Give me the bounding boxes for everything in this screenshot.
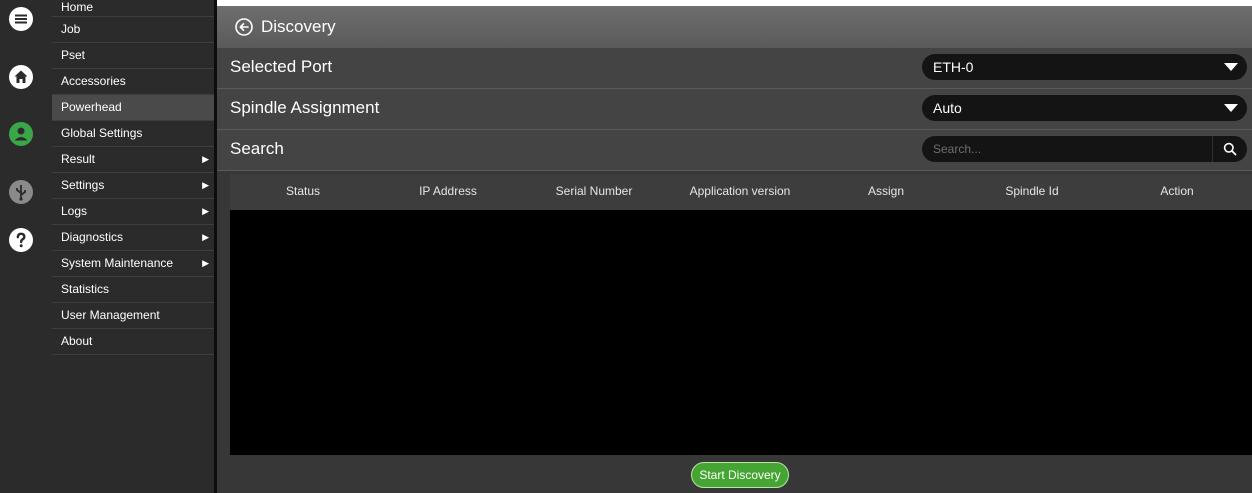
help-icon[interactable] (8, 227, 34, 253)
menu-item-label: Powerhead (61, 100, 122, 114)
spindle-assignment-label: Spindle Assignment (230, 98, 380, 117)
menu-item-label: Logs (61, 204, 88, 218)
menu-item-label: Result (61, 152, 96, 166)
menu-item-global-settings[interactable]: Global Settings (52, 121, 214, 147)
menu-item-label: Global Settings (61, 126, 143, 140)
selected-port-value: ETH-0 (933, 59, 974, 75)
menu-item-job[interactable]: Job (52, 17, 214, 43)
selected-port-row: Selected Port ETH-0 (217, 48, 1252, 89)
menu-item-label: User Management (61, 308, 160, 322)
menu-item-result[interactable]: Result ▶ (52, 147, 214, 173)
menu-item-label: Pset (61, 48, 86, 62)
submenu-arrow-icon: ▶ (202, 154, 209, 164)
start-discovery-button[interactable]: Start Discovery (691, 462, 789, 488)
menu-item-label: System Maintenance (61, 256, 174, 270)
search-row: Search (217, 130, 1252, 171)
home-icon[interactable] (8, 64, 34, 90)
caret-down-icon (1224, 104, 1238, 112)
menu-item-label: Job (61, 22, 81, 36)
column-header-serial-number[interactable]: Serial Number (556, 184, 633, 198)
menu-item-diagnostics[interactable]: Diagnostics ▶ (52, 225, 214, 251)
submenu-arrow-icon: ▶ (202, 258, 209, 268)
table-header: Status IP Address Serial Number Applicat… (230, 174, 1252, 210)
submenu-arrow-icon: ▶ (202, 206, 209, 216)
column-header-ip-address[interactable]: IP Address (419, 184, 477, 198)
menu-item-settings[interactable]: Settings ▶ (52, 173, 214, 199)
menu-item-logs[interactable]: Logs ▶ (52, 199, 214, 225)
menu-item-label: Accessories (61, 74, 126, 88)
column-header-application-version[interactable]: Application version (690, 184, 791, 198)
menu-item-home[interactable]: Home (52, 0, 214, 17)
search-box (922, 136, 1247, 162)
menu-item-label: Home (61, 0, 94, 14)
search-icon[interactable] (1212, 136, 1247, 162)
search-input[interactable] (922, 136, 1207, 162)
selected-port-label: Selected Port (230, 57, 333, 76)
title-bar: Discovery (217, 6, 1252, 48)
menu-item-label: Settings (61, 178, 105, 192)
menu-item-label: Diagnostics (61, 230, 124, 244)
column-header-assign[interactable]: Assign (868, 184, 904, 198)
menu-item-label: Statistics (61, 282, 110, 296)
spindle-assignment-value: Auto (933, 100, 962, 116)
spindle-assignment-dropdown[interactable]: Auto (922, 95, 1247, 121)
page-title: Discovery (261, 17, 336, 36)
column-header-spindle-id[interactable]: Spindle Id (1005, 184, 1058, 198)
nav-menu: Home Job Pset Accessories Powerhead Glob… (52, 0, 214, 493)
user-icon[interactable] (8, 121, 34, 147)
menu-icon[interactable] (8, 6, 34, 32)
selected-port-dropdown[interactable]: ETH-0 (922, 54, 1247, 80)
column-header-action[interactable]: Action (1160, 184, 1193, 198)
discovery-table-body (230, 210, 1252, 455)
menu-item-statistics[interactable]: Statistics (52, 277, 214, 303)
menu-item-pset[interactable]: Pset (52, 43, 214, 69)
spindle-assignment-row: Spindle Assignment Auto (217, 89, 1252, 130)
menu-item-accessories[interactable]: Accessories (52, 69, 214, 95)
main-panel: Discovery Selected Port ETH-0 Spindle As… (217, 0, 1252, 493)
icon-rail (0, 0, 52, 493)
submenu-arrow-icon: ▶ (202, 180, 209, 190)
submenu-arrow-icon: ▶ (202, 232, 209, 242)
back-arrow-icon[interactable] (235, 18, 253, 36)
column-header-status[interactable]: Status (286, 184, 320, 198)
menu-item-powerhead[interactable]: Powerhead (52, 95, 214, 121)
usb-icon[interactable] (8, 179, 34, 205)
menu-item-label: About (61, 334, 93, 348)
menu-item-system-maintenance[interactable]: System Maintenance ▶ (52, 251, 214, 277)
menu-item-about[interactable]: About (52, 329, 214, 355)
search-label: Search (230, 139, 284, 158)
caret-down-icon (1224, 63, 1238, 71)
menu-item-user-management[interactable]: User Management (52, 303, 214, 329)
